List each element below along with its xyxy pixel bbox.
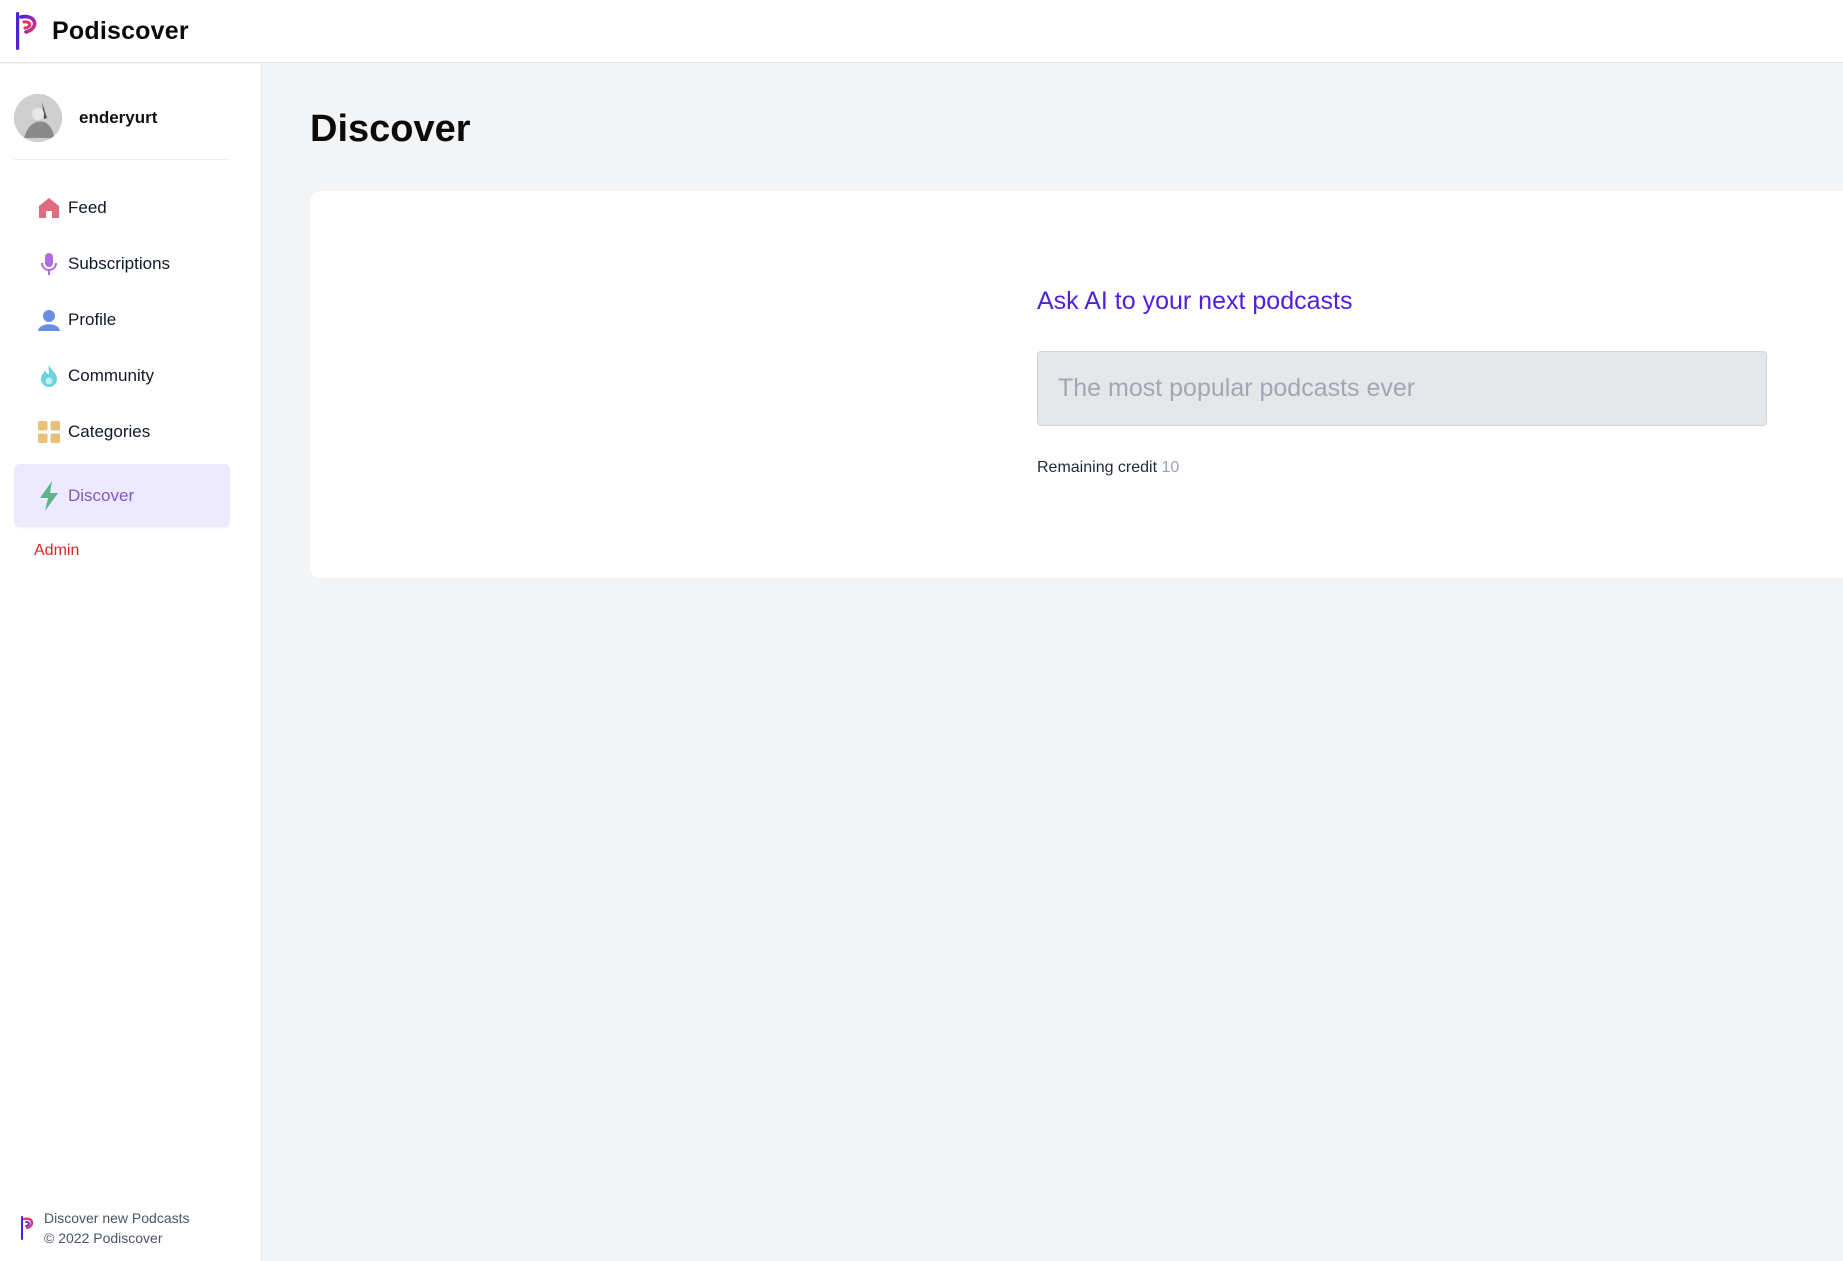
sidebar-item-label: Profile (68, 310, 117, 329)
user-icon (37, 308, 61, 332)
sidebar: enderyurt Feed Subscriptions Profile Com… (0, 64, 262, 1261)
footer-text: Discover new Podcasts © 2022 Podiscover (44, 1208, 190, 1248)
avatar[interactable] (14, 94, 62, 142)
sidebar-item-community[interactable]: Community (14, 348, 230, 404)
top-bar: Podiscover (0, 0, 1843, 63)
remaining-credit: Remaining credit 10 (1037, 459, 1179, 477)
username[interactable]: enderyurt (79, 108, 157, 128)
admin-link[interactable]: Admin (34, 542, 79, 560)
home-icon (37, 196, 61, 220)
sidebar-item-feed[interactable]: Feed (14, 180, 230, 236)
avatar-image-icon (14, 94, 62, 142)
user-profile-row[interactable]: enderyurt (14, 94, 230, 160)
footer-tagline: Discover new Podcasts (44, 1210, 190, 1226)
discover-card: Ask AI to your next podcasts Remaining c… (310, 191, 1843, 578)
microphone-icon (37, 252, 61, 276)
sidebar-item-subscriptions[interactable]: Subscriptions (14, 236, 230, 292)
podiscover-logo-icon[interactable] (14, 8, 42, 54)
brand-name[interactable]: Podiscover (52, 17, 189, 46)
sidebar-item-discover[interactable]: Discover (14, 464, 230, 527)
sidebar-item-label: Feed (68, 198, 107, 217)
sidebar-item-label: Categories (68, 422, 151, 441)
grid-icon (37, 420, 61, 444)
ai-prompt-input[interactable] (1037, 351, 1767, 426)
fire-icon (37, 364, 61, 388)
sidebar-nav: Feed Subscriptions Profile Community Cat… (14, 180, 230, 527)
sidebar-item-label: Subscriptions (68, 254, 171, 273)
ask-ai-heading: Ask AI to your next podcasts (1037, 287, 1353, 315)
podiscover-logo-icon (21, 1216, 34, 1240)
sidebar-item-categories[interactable]: Categories (14, 404, 230, 460)
lightning-icon (37, 480, 61, 511)
page-title: Discover (310, 108, 471, 150)
sidebar-item-label: Community (68, 366, 154, 385)
sidebar-item-profile[interactable]: Profile (14, 292, 230, 348)
sidebar-footer: Discover new Podcasts © 2022 Podiscover (20, 1208, 190, 1248)
sidebar-item-label: Discover (68, 485, 135, 505)
footer-copyright: © 2022 Podiscover (44, 1230, 163, 1246)
remaining-credit-value: 10 (1161, 459, 1180, 476)
remaining-credit-label: Remaining credit (1037, 459, 1158, 476)
